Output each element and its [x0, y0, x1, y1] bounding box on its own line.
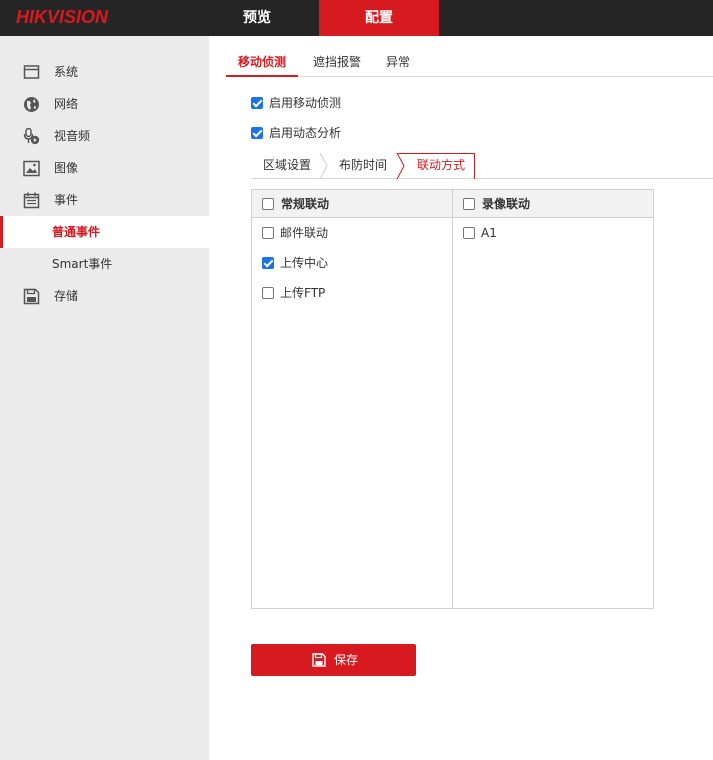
sidebar-item-event[interactable]: 事件 [0, 185, 209, 215]
monitor-icon [23, 65, 40, 79]
column-header-label: 录像联动 [482, 197, 531, 211]
save-disk-icon [23, 288, 40, 305]
sidebar-item-network[interactable]: 网络 [0, 89, 209, 119]
email-linkage-checkbox[interactable]: 邮件联动 [252, 223, 452, 243]
normal-linkage-select-all-checkbox[interactable] [262, 198, 274, 210]
tab-tamper-alarm[interactable]: 遮挡报警 [306, 50, 368, 77]
hikvision-logo: HIKVISION [16, 7, 109, 27]
top-bar: HIKVISION 预览 配置 [0, 0, 713, 36]
image-icon [23, 160, 40, 177]
sidebar-item-label: 存储 [54, 289, 79, 303]
sidebar: 系统 网络 视音频 图像 事件 普通事件 Smart事件 存储 [0, 36, 209, 760]
checkbox-box[interactable] [463, 227, 475, 239]
sidebar-item-image[interactable]: 图像 [0, 153, 209, 183]
sidebar-subitem-label: Smart事件 [52, 257, 113, 271]
sidebar-item-storage[interactable]: 存储 [0, 281, 209, 311]
step-separator-arrow [396, 153, 405, 179]
sidebar-item-label: 图像 [54, 161, 79, 175]
linkage-table: 常规联动 邮件联动 上传中心 上传FTP 录像联动 A1 [251, 189, 654, 609]
save-icon [312, 653, 326, 667]
checkbox-box[interactable] [251, 97, 263, 109]
calendar-icon [23, 192, 40, 209]
record-linkage-select-all-checkbox[interactable] [463, 198, 475, 210]
event-subtabs: 移动侦测 遮挡报警 异常 [226, 50, 713, 77]
globe-icon [24, 97, 39, 112]
step-arming-schedule[interactable]: 布防时间 [339, 153, 387, 179]
sidebar-item-audio-video[interactable]: 视音频 [0, 121, 209, 151]
checkbox-label: 启用动态分析 [269, 126, 342, 140]
upload-ftp-checkbox[interactable]: 上传FTP [252, 283, 452, 303]
step-area-settings[interactable]: 区域设置 [263, 153, 311, 179]
checkbox-label: A1 [481, 226, 497, 240]
checkbox-box[interactable] [262, 287, 274, 299]
record-linkage-header: 录像联动 [453, 190, 653, 218]
save-button-label: 保存 [334, 653, 359, 667]
tab-exception[interactable]: 异常 [380, 50, 416, 77]
sidebar-subitem-normal-event[interactable]: 普通事件 [0, 216, 209, 248]
normal-linkage-header: 常规联动 [252, 190, 452, 218]
checkbox-label: 上传FTP [280, 286, 326, 300]
checkbox-label: 邮件联动 [280, 226, 329, 240]
checkbox-label: 启用移动侦测 [269, 96, 342, 110]
nav-tab-preview[interactable]: 预览 [209, 0, 305, 36]
checkbox-box[interactable] [262, 257, 274, 269]
step-separator-arrow [319, 153, 328, 179]
column-header-label: 常规联动 [281, 197, 330, 211]
sidebar-item-label: 视音频 [54, 129, 91, 143]
normal-linkage-column: 常规联动 邮件联动 上传中心 上传FTP [252, 190, 453, 608]
config-steps: 区域设置 布防时间 联动方式 [251, 153, 713, 179]
nav-tab-config[interactable]: 配置 [319, 0, 439, 36]
step-linkage-method[interactable]: 联动方式 [417, 153, 465, 179]
checkbox-label: 上传中心 [280, 256, 329, 270]
upload-center-checkbox[interactable]: 上传中心 [252, 253, 452, 273]
sidebar-subitem-label: 普通事件 [52, 225, 101, 239]
save-button[interactable]: 保存 [251, 644, 416, 676]
sidebar-item-label: 网络 [54, 97, 79, 111]
record-channel-a1-checkbox[interactable]: A1 [453, 223, 653, 243]
sidebar-subitem-smart-event[interactable]: Smart事件 [0, 248, 209, 280]
sidebar-item-label: 系统 [54, 65, 79, 79]
tab-motion-detection[interactable]: 移动侦测 [226, 50, 298, 77]
record-linkage-column: 录像联动 A1 [453, 190, 653, 608]
microphone-camera-icon [23, 128, 40, 145]
sidebar-item-system[interactable]: 系统 [0, 57, 209, 87]
checkbox-box[interactable] [262, 227, 274, 239]
sidebar-item-label: 事件 [54, 193, 79, 207]
checkbox-box[interactable] [251, 127, 263, 139]
